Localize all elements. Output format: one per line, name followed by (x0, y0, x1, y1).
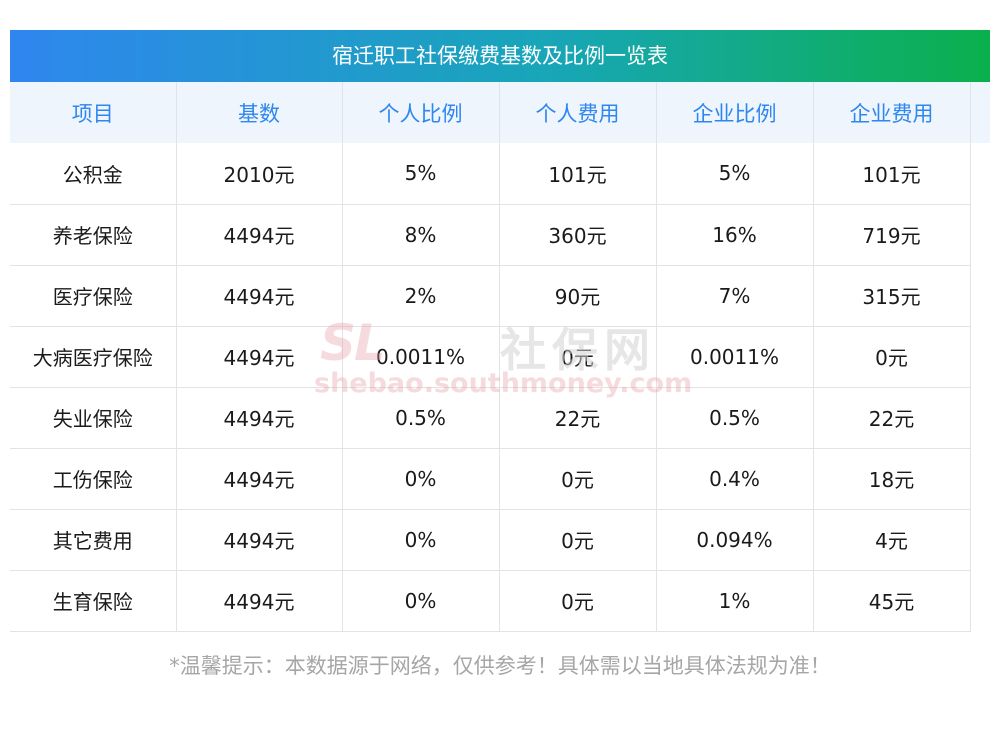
cell-item: 工伤保险 (10, 448, 177, 510)
cell-company-rate: 0.4% (656, 448, 814, 510)
table-row: 医疗保险 4494元 2% 90元 7% 315元 (10, 265, 971, 327)
cell-company-rate: 0.5% (656, 387, 814, 449)
table-row: 养老保险 4494元 8% 360元 16% 719元 (10, 204, 971, 266)
header-row-filler (970, 82, 990, 143)
cell-personal-fee: 0元 (499, 570, 657, 632)
table-row: 其它费用 4494元 0% 0元 0.094% 4元 (10, 509, 971, 571)
cell-company-rate: 5% (656, 143, 814, 205)
cell-item: 医疗保险 (10, 265, 177, 327)
cell-base: 4494元 (176, 326, 343, 388)
cell-item: 养老保险 (10, 204, 177, 266)
header-row: 项目 基数 个人比例 个人费用 企业比例 企业费用 (10, 82, 971, 143)
table-row: 生育保险 4494元 0% 0元 1% 45元 (10, 570, 971, 632)
cell-personal-rate: 0% (342, 570, 500, 632)
table-title: 宿迁职工社保缴费基数及比例一览表 (10, 30, 990, 82)
cell-base: 4494元 (176, 509, 343, 571)
cell-company-fee: 101元 (813, 143, 971, 205)
cell-company-fee: 18元 (813, 448, 971, 510)
column-header-item: 项目 (10, 82, 177, 143)
cell-personal-rate: 0% (342, 448, 500, 510)
column-header-company-fee: 企业费用 (813, 82, 971, 143)
footnote: *温馨提示：本数据源于网络，仅供参考！具体需以当地具体法规为准！ (169, 654, 831, 678)
cell-personal-fee: 0元 (499, 448, 657, 510)
cell-company-rate: 1% (656, 570, 814, 632)
column-header-base: 基数 (176, 82, 343, 143)
cell-company-fee: 4元 (813, 509, 971, 571)
cell-company-fee: 315元 (813, 265, 971, 327)
cell-base: 2010元 (176, 143, 343, 205)
cell-base: 4494元 (176, 570, 343, 632)
table-row: 公积金 2010元 5% 101元 5% 101元 (10, 143, 971, 205)
cell-personal-rate: 2% (342, 265, 500, 327)
cell-personal-rate: 5% (342, 143, 500, 205)
cell-personal-rate: 8% (342, 204, 500, 266)
table-row: 失业保险 4494元 0.5% 22元 0.5% 22元 (10, 387, 971, 449)
cell-company-rate: 7% (656, 265, 814, 327)
cell-company-fee: 45元 (813, 570, 971, 632)
cell-item: 生育保险 (10, 570, 177, 632)
cell-base: 4494元 (176, 265, 343, 327)
cell-personal-fee: 0元 (499, 326, 657, 388)
cell-company-rate: 16% (656, 204, 814, 266)
cell-base: 4494元 (176, 448, 343, 510)
cell-personal-fee: 0元 (499, 509, 657, 571)
cell-company-rate: 0.094% (656, 509, 814, 571)
cell-item: 其它费用 (10, 509, 177, 571)
cell-company-rate: 0.0011% (656, 326, 814, 388)
table-header: 项目 基数 个人比例 个人费用 企业比例 企业费用 (10, 82, 971, 143)
cell-item: 大病医疗保险 (10, 326, 177, 388)
table-row: 大病医疗保险 4494元 0.0011% 0元 0.0011% 0元 (10, 326, 971, 388)
column-header-company-rate: 企业比例 (656, 82, 814, 143)
cell-personal-fee: 101元 (499, 143, 657, 205)
page: 宿迁职工社保缴费基数及比例一览表 项目 基数 个人比例 个人费用 企业比例 企业… (0, 0, 1000, 734)
column-header-personal-rate: 个人比例 (342, 82, 500, 143)
column-header-personal-fee: 个人费用 (499, 82, 657, 143)
table-body: 公积金 2010元 5% 101元 5% 101元 养老保险 4494元 8% … (10, 143, 971, 632)
cell-item: 公积金 (10, 143, 177, 205)
cell-personal-fee: 22元 (499, 387, 657, 449)
cell-company-fee: 0元 (813, 326, 971, 388)
table-row: 工伤保险 4494元 0% 0元 0.4% 18元 (10, 448, 971, 510)
cell-company-fee: 719元 (813, 204, 971, 266)
cell-item: 失业保险 (10, 387, 177, 449)
cell-personal-fee: 90元 (499, 265, 657, 327)
fee-table: 项目 基数 个人比例 个人费用 企业比例 企业费用 公积金 2010元 5% 1… (10, 82, 971, 632)
cell-base: 4494元 (176, 387, 343, 449)
cell-personal-fee: 360元 (499, 204, 657, 266)
cell-base: 4494元 (176, 204, 343, 266)
cell-personal-rate: 0% (342, 509, 500, 571)
cell-personal-rate: 0.0011% (342, 326, 500, 388)
cell-company-fee: 22元 (813, 387, 971, 449)
cell-personal-rate: 0.5% (342, 387, 500, 449)
